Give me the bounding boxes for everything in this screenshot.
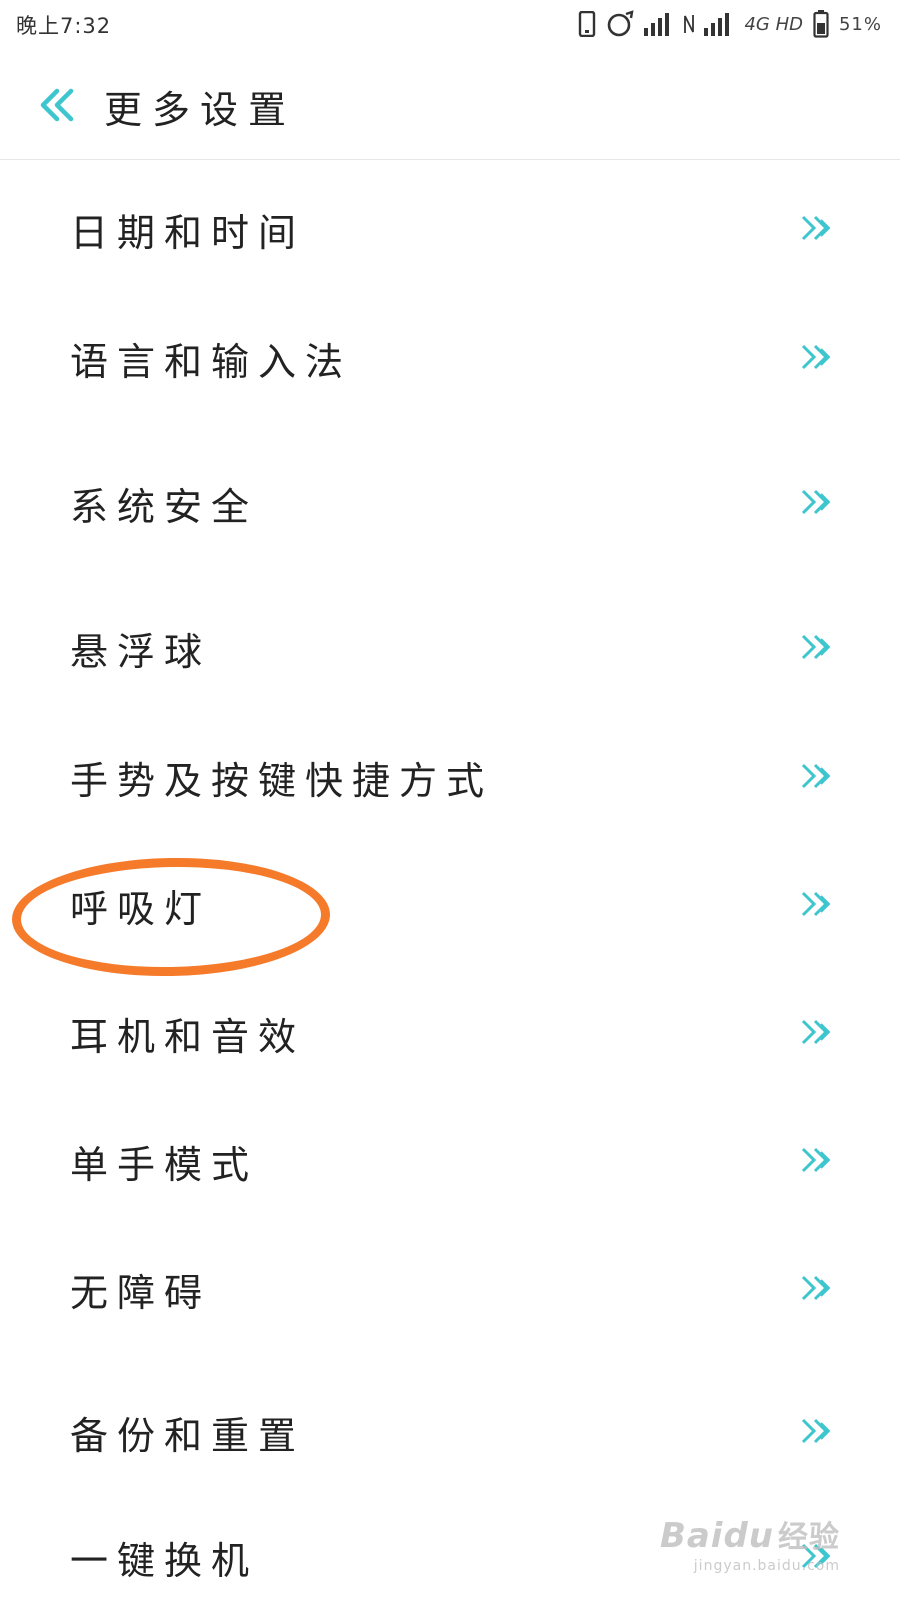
back-button[interactable] — [30, 78, 84, 132]
list-item-gestures-shortcuts[interactable]: 手势及按键快捷方式 — [0, 720, 900, 820]
list-item-system-security[interactable]: 系统安全 — [0, 446, 900, 546]
status-time: 晚上7:32 — [16, 14, 112, 38]
double-chevron-right-icon — [801, 215, 831, 241]
list-item-accessibility[interactable]: 无障碍 — [0, 1232, 900, 1332]
list-item-language-input[interactable]: 语言和输入法 — [0, 301, 900, 401]
double-chevron-right-icon — [801, 1418, 831, 1444]
list-item-floating-ball[interactable]: 悬浮球 — [0, 591, 900, 691]
list-item-one-hand-mode[interactable]: 单手模式 — [0, 1104, 900, 1204]
phone-screen-icon — [578, 11, 596, 37]
list-item-label: 无障碍 — [70, 1271, 212, 1315]
list-item-label: 日期和时间 — [70, 211, 306, 255]
double-chevron-right-icon — [801, 1019, 831, 1045]
list-item-backup-reset[interactable]: 备份和重置 — [0, 1375, 900, 1475]
list-item-label: 一键换机 — [70, 1539, 259, 1583]
list-item-date-time[interactable]: 日期和时间 — [0, 172, 900, 272]
status-icons: 4G HD 51% — [578, 8, 882, 40]
list-item-label: 备份和重置 — [70, 1414, 306, 1458]
list-item-label: 悬浮球 — [70, 630, 212, 674]
watermark-brand-text: Baidu — [659, 1516, 774, 1556]
double-chevron-right-icon — [801, 634, 831, 660]
list-item-label: 手势及按键快捷方式 — [70, 759, 494, 803]
battery-icon — [813, 10, 829, 38]
app-header: 更多设置 — [0, 48, 900, 160]
watermark-brand-cn: 经验 — [778, 1520, 840, 1555]
baidu-jingyan-watermark: Baidu 经验 jingyan.baidu.com — [660, 1512, 840, 1574]
double-chevron-right-icon — [801, 344, 831, 370]
nfc-icon — [684, 14, 695, 34]
double-chevron-right-icon — [801, 1147, 831, 1173]
list-item-label: 语言和输入法 — [70, 340, 353, 384]
list-item-label: 耳机和音效 — [70, 1015, 306, 1059]
list-item-label: 呼吸灯 — [70, 887, 212, 931]
list-item-headphones-sound[interactable]: 耳机和音效 — [0, 976, 900, 1076]
double-chevron-right-icon — [801, 1275, 831, 1301]
watermark-brand: Baidu 经验 — [660, 1512, 840, 1556]
watermark-url: jingyan.baidu.com — [693, 1558, 840, 1574]
double-chevron-right-icon — [801, 763, 831, 789]
signal-strength-icon — [644, 12, 674, 36]
list-item-label: 系统安全 — [70, 485, 259, 529]
network-type-label: 4G HD — [744, 13, 803, 35]
double-chevron-right-icon — [801, 489, 831, 515]
alarm-icon — [606, 10, 634, 38]
double-chevron-right-icon — [801, 891, 831, 917]
status-bar: 晚上7:32 4G HD 51% — [0, 0, 900, 48]
page-title: 更多设置 — [104, 88, 297, 132]
list-item-breathing-light[interactable]: 呼吸灯 — [0, 848, 900, 948]
battery-percentage: 51% — [838, 13, 882, 35]
signal-strength-icon-2 — [704, 12, 734, 36]
double-chevron-left-icon — [40, 88, 74, 122]
list-item-label: 单手模式 — [70, 1143, 259, 1187]
